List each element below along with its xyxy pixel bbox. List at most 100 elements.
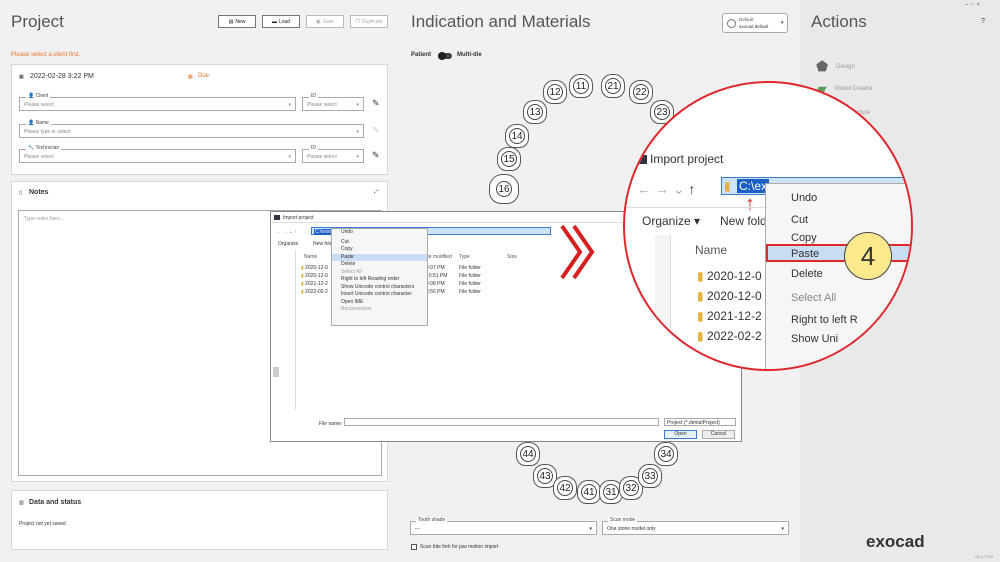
tooth-44[interactable]: 44: [516, 442, 540, 466]
help-icon[interactable]: ?: [981, 18, 985, 25]
zoom-file-row[interactable]: ▮ 2022-02-2: [697, 329, 762, 343]
app-icon: [274, 215, 280, 220]
zoom-nav-pane[interactable]: [655, 235, 671, 369]
window-controls[interactable]: –▫×: [965, 2, 983, 8]
technician-field[interactable]: Please select ▾: [19, 149, 296, 163]
zoom-menu-rtl[interactable]: Right to left R: [791, 314, 858, 326]
default-config-select[interactable]: Default exocad default ▾: [722, 13, 788, 33]
zoom-organize[interactable]: Organize ▾: [642, 214, 700, 228]
scan-mode-label: Scan mode: [608, 517, 638, 523]
disc-icon: [727, 19, 736, 28]
col-size[interactable]: Size: [507, 254, 517, 260]
zoom-menu-undo[interactable]: Undo: [791, 192, 817, 204]
client-field[interactable]: Please select ▾: [19, 97, 296, 111]
multidie-toggle[interactable]: [438, 52, 452, 60]
zoom-folder-icon: ▮: [724, 179, 731, 193]
folder-icon: ▮: [301, 281, 304, 287]
technician-label: 🔧 Technician: [26, 145, 62, 151]
zoom-menu-delete[interactable]: Delete: [791, 268, 823, 280]
calendar-icon: ▦: [19, 74, 24, 80]
menu-show-unicode[interactable]: Show Unicode control characters: [332, 284, 427, 292]
scan-bite-fork-checkbox[interactable]: [411, 544, 417, 550]
organize-button[interactable]: Organize: [278, 241, 298, 247]
cancel-button[interactable]: Cancel: [702, 430, 735, 439]
tooth-13[interactable]: 13: [523, 100, 547, 124]
col-type[interactable]: Type: [459, 254, 470, 260]
zoom-file-row[interactable]: ▮ 2020-12-0: [697, 289, 762, 303]
tooth-42[interactable]: 42: [553, 476, 577, 500]
menu-copy[interactable]: Copy: [332, 246, 427, 254]
menu-delete[interactable]: Delete: [332, 261, 427, 269]
zoom-col-name[interactable]: Name: [695, 243, 727, 257]
tooth-shade-select[interactable]: --- ▾: [410, 521, 597, 535]
open-button[interactable]: Open: [664, 430, 697, 439]
folder-icon: ▮: [301, 265, 304, 271]
duplicate-button[interactable]: ❐ Duplicate: [350, 15, 388, 28]
new-button[interactable]: ▤ New: [218, 15, 256, 28]
zoom-new-folder[interactable]: New fold: [720, 214, 767, 228]
technician-id-field[interactable]: Please select ▾: [302, 149, 364, 163]
zoom-menu-select-all[interactable]: Select All: [791, 292, 836, 304]
folder-icon: ▮: [301, 273, 304, 279]
zoom-red-up-arrow: ↑: [745, 193, 755, 215]
tooth-12[interactable]: 12: [543, 80, 567, 104]
tooth-16[interactable]: 16: [489, 174, 519, 204]
zoom-file-row[interactable]: ▮ 2021-12-2: [697, 309, 762, 323]
edit-technician-icon[interactable]: ✎: [372, 150, 380, 161]
zoom-menu-show-unicode[interactable]: Show Uni: [791, 333, 838, 345]
chevron-down-icon: ▾: [288, 102, 291, 108]
menu-paste[interactable]: Paste: [332, 253, 427, 261]
zoom-menu-copy[interactable]: Copy: [791, 232, 817, 244]
multidie-label: Multi-die: [457, 52, 482, 58]
action-design[interactable]: ⬟ Design: [816, 58, 855, 75]
load-button[interactable]: ▬ Load: [262, 15, 300, 28]
nav-pane[interactable]: [284, 250, 296, 410]
notes-title: Notes: [29, 189, 49, 196]
menu-open-ime[interactable]: Open IME: [332, 299, 427, 307]
menu-cut[interactable]: Cut: [332, 239, 427, 247]
file-list-scrollbar[interactable]: [273, 367, 279, 377]
edit-client-icon[interactable]: ✎: [372, 98, 380, 109]
chevron-down-icon: ▾: [356, 154, 359, 160]
version-text: v3.0-7734: [975, 554, 993, 559]
menu-select-all[interactable]: Select All: [332, 269, 427, 277]
chevron-down-icon: ▾: [356, 129, 359, 135]
menu-reconversion[interactable]: Reconversion: [332, 306, 427, 314]
name-field[interactable]: Please type or select ▾: [19, 124, 364, 138]
save-button[interactable]: ▣ Save: [306, 15, 344, 28]
red-arrow-indicator: [560, 224, 595, 280]
project-status-text: Project not yet saved: [19, 521, 66, 527]
tooth-21[interactable]: 21: [601, 74, 625, 98]
client-id-field[interactable]: Please select ▾: [302, 97, 364, 111]
menu-undo[interactable]: Undo: [332, 229, 427, 237]
tooth-41[interactable]: 41: [577, 480, 601, 504]
actions-title: Actions: [811, 12, 867, 31]
chevron-down-icon: ▾: [781, 526, 784, 532]
due-label[interactable]: Due: [198, 73, 209, 79]
zoom-file-row[interactable]: ▮ 2020-12-0: [697, 269, 762, 283]
tooth-15[interactable]: 15: [497, 147, 521, 171]
client-warning: Please select a client first.: [11, 52, 81, 58]
menu-insert-unicode[interactable]: Insert Unicode control character: [332, 291, 427, 299]
expand-icon[interactable]: ⤢: [374, 189, 378, 195]
tooth-33[interactable]: 33: [638, 464, 662, 488]
tooth-14[interactable]: 14: [505, 124, 529, 148]
filter-select[interactable]: Project (*.dentalProject): [664, 418, 736, 426]
col-name[interactable]: Name: [304, 254, 317, 260]
edit-name-icon: ✎: [372, 125, 380, 135]
client-id-label: ID: [309, 93, 318, 99]
tooth-11[interactable]: 11: [569, 74, 593, 98]
client-label: 👤 Client: [26, 93, 51, 99]
nav-arrows[interactable]: ← → ⌄ ↑: [276, 229, 297, 235]
due-calendar-icon: ▦: [188, 74, 193, 80]
zoom-nav-arrows[interactable]: ← → ⌄ ↑: [637, 181, 695, 198]
project-date[interactable]: 2022-02-28 3:22 PM: [30, 73, 94, 80]
chevron-down-icon: ▾: [781, 20, 784, 26]
step-badge: 4: [844, 232, 892, 280]
file-name-input[interactable]: [344, 418, 659, 426]
menu-rtl[interactable]: Right to left Reading order: [332, 276, 427, 284]
folder-icon: ▮: [697, 269, 704, 283]
zoom-menu-cut[interactable]: Cut: [791, 214, 808, 226]
tooth-34[interactable]: 34: [654, 442, 678, 466]
scan-mode-select[interactable]: One stone model only ▾: [602, 521, 789, 535]
